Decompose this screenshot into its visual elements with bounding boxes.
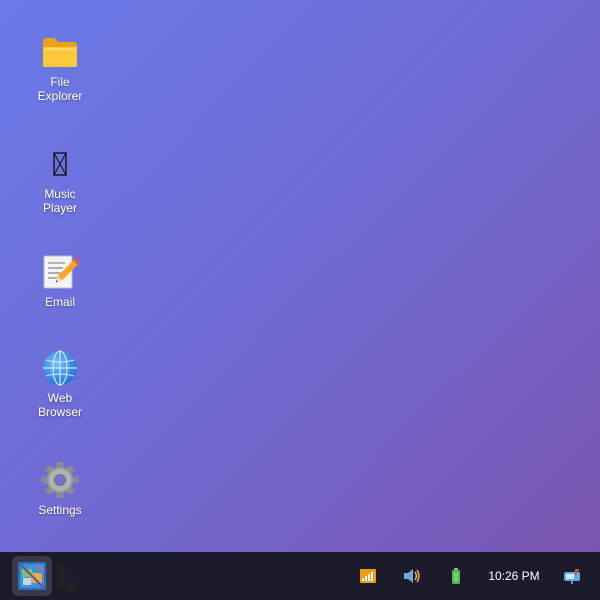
desktop-icon-label: Settings bbox=[38, 503, 82, 517]
desktop-icon-label: Email bbox=[44, 295, 75, 309]
volume-tray-button[interactable] bbox=[402, 566, 422, 586]
globe-icon bbox=[40, 348, 80, 388]
desktop-icon-label: File Explorer bbox=[37, 75, 83, 103]
network-tray-button[interactable] bbox=[358, 566, 378, 586]
desktop-icon-label: Web Browser bbox=[37, 391, 82, 419]
desktop-icon-settings[interactable]: Settings bbox=[20, 460, 100, 517]
desktop-icon-email[interactable]: Email bbox=[20, 252, 100, 309]
battery-icon bbox=[452, 568, 460, 584]
gear-icon bbox=[40, 460, 80, 500]
start-menu-icon bbox=[18, 562, 46, 590]
email-icon bbox=[40, 252, 80, 292]
taskbar: 10:26 PM bbox=[0, 552, 600, 600]
speaker-icon bbox=[404, 569, 420, 583]
folder-icon bbox=[40, 32, 80, 72]
start-shadow-decoration bbox=[58, 562, 76, 592]
taskbar-clock[interactable]: 10:26 PM bbox=[478, 552, 550, 600]
desktop-icon-music-player[interactable]: Music Player bbox=[20, 144, 100, 215]
desktop-icon-file-explorer[interactable]: File Explorer bbox=[20, 32, 100, 103]
battery-tray-button[interactable] bbox=[446, 566, 466, 586]
start-button[interactable] bbox=[12, 556, 52, 596]
desktop: File Explorer Music Player Email Web Bro… bbox=[0, 0, 600, 552]
music-icon bbox=[40, 144, 80, 184]
desktop-icon-label: Music Player bbox=[42, 187, 77, 215]
desktop-icon-web-browser[interactable]: Web Browser bbox=[20, 348, 100, 419]
notifications-tray-button[interactable] bbox=[562, 566, 582, 586]
mailbox-icon bbox=[564, 569, 580, 584]
signal-bars-icon bbox=[360, 569, 376, 583]
